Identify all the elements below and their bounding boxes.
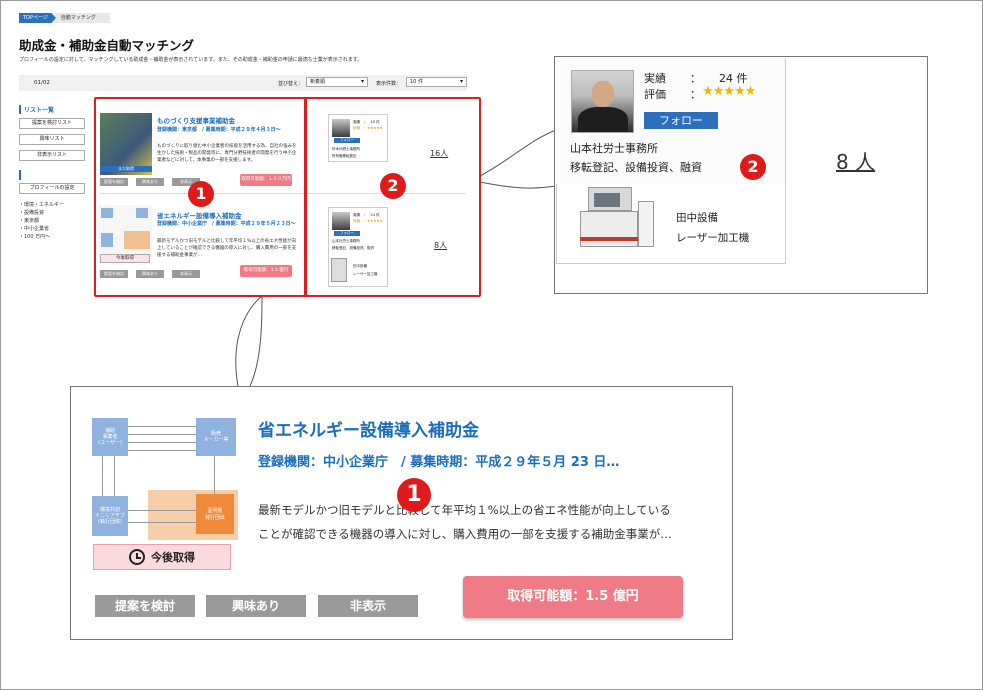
sort-label: 並び替え： [278, 81, 304, 87]
diagram-cert-box: 証明書 発行団体 [196, 494, 234, 534]
expert-photo [571, 70, 634, 133]
breadcrumb-current: 自動マッチング [52, 13, 110, 23]
consider-button[interactable]: 提案を検討 [95, 595, 195, 617]
interest-button[interactable]: 興味あり [206, 595, 306, 617]
sidebar-consider-list-button[interactable]: 提案を検討リスト [19, 118, 85, 129]
marker-1: 1 [188, 181, 214, 207]
rating-stars: ★★★★★ [702, 84, 756, 99]
breadcrumb-top-link[interactable]: TOPページ [19, 13, 56, 23]
rating-label: 評価 [644, 88, 666, 101]
condition-item: ・100 万円〜 [19, 234, 51, 240]
sidebar-divider [19, 170, 21, 180]
item-description: 最新モデルかつ旧モデルと比較して年平均１%以上の省エネ性能が向上していることが確… [258, 503, 672, 541]
condition-item: ・中小企業省 [19, 226, 50, 232]
amount-button[interactable]: 取得可能額：1.5 億円 [463, 576, 683, 618]
laser-machine-image [580, 187, 656, 250]
diagram-user-box: 補助 事業者 (ユーザー) [92, 418, 128, 456]
expert-name: 山本社労士事務所 [570, 142, 658, 155]
clock-icon [129, 549, 145, 565]
expert-tags: 移転登記、設備投資、融資 [570, 161, 702, 174]
marker-2: 2 [740, 154, 766, 180]
machine-name: レーザー加工機 [676, 232, 750, 244]
marker-1: 1 [397, 478, 431, 512]
item-title[interactable]: 省エネルギー設備導入補助金 [258, 416, 479, 441]
page-title: 助成金・補助金自動マッチング [19, 38, 195, 53]
diagram-maker-box: 販売 メーカー等 [196, 418, 236, 456]
condition-item: ・設備投資 [19, 210, 45, 216]
profile-conditions: ・環境・エネルギー ・設備投資 ・東京都 ・中小企業省 ・100 万円〜 [19, 201, 64, 241]
condition-item: ・東京都 [19, 218, 40, 224]
pager: 01/02 [34, 80, 50, 86]
diagram-org-box: 環境共創 イニシアチブ (執行団体) [92, 496, 128, 536]
rating-colon: ： [690, 88, 701, 101]
item-meta: 登録機関：中小企業庁 / 募集時期：平成２９年５月 23 日… [258, 455, 620, 470]
sort-select[interactable]: 新着順 [306, 77, 368, 87]
page-description: プロフィールの設定に対して、マッチングしている助成金・補助金が表示されています。… [19, 57, 363, 63]
condition-item: ・環境・エネルギー [19, 202, 65, 208]
profile-settings-button[interactable]: プロフィールの設定 [19, 183, 85, 194]
count-select[interactable]: 10 件 [406, 77, 467, 87]
follow-button[interactable]: フォロー [644, 112, 718, 129]
sidebar-heading: リスト一覧 [19, 105, 54, 114]
expert-count-link[interactable]: 8 人 [836, 146, 875, 175]
machine-company: 田中設備 [676, 212, 718, 224]
hide-button[interactable]: 非表示 [318, 595, 418, 617]
acquire-later-label: 今後取得 [151, 551, 195, 564]
sidebar-hidden-list-button[interactable]: 非表示リスト [19, 150, 85, 161]
results-colon: ： [690, 72, 701, 85]
sidebar-interest-list-button[interactable]: 興味リスト [19, 134, 85, 145]
results-label: 実績 [644, 72, 666, 85]
acquire-later-badge: 今後取得 [93, 544, 231, 570]
marker-2: 2 [380, 173, 406, 199]
count-label: 表示件数： [376, 81, 402, 87]
breadcrumb: TOPページ 自動マッチング [19, 13, 110, 23]
machine-info: 田中設備 レーザー加工機 [676, 208, 749, 248]
